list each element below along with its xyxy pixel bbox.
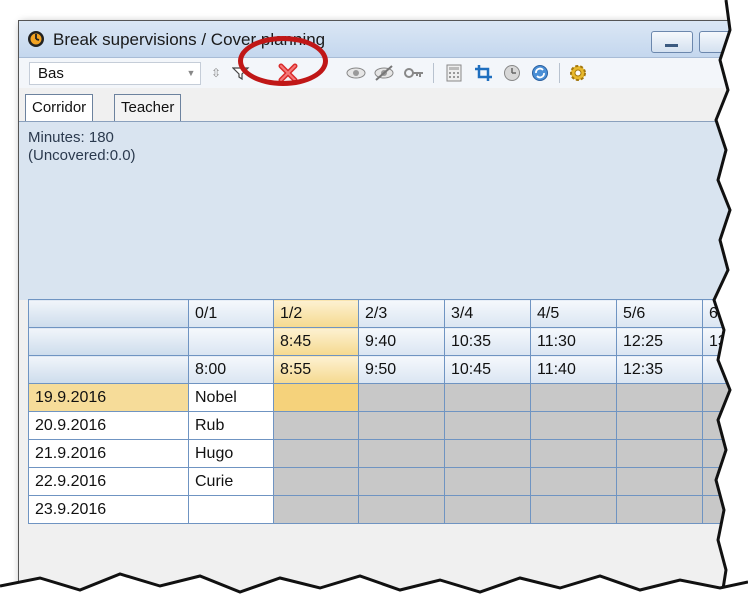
row-date[interactable]: 19.9.2016 [28,383,189,412]
lesson-combo-value: Bas [38,65,64,82]
crop-icon[interactable] [473,63,495,83]
grid-cell[interactable] [616,439,703,468]
grid-cell[interactable] [616,411,703,440]
period-header-row: 0/1 1/2 2/3 3/4 4/5 5/6 6 [28,299,743,328]
refresh-icon[interactable] [529,63,551,83]
period-header[interactable]: 4/5 [530,299,617,328]
key-icon[interactable] [403,63,425,83]
grid-cell[interactable] [444,439,531,468]
end-time-cell: 8:00 [188,355,274,384]
break-supervisions-window: Break supervisions / Cover planning Bas … [18,20,748,597]
clock-icon[interactable] [501,63,523,83]
row-corridor[interactable] [188,495,274,524]
row-date[interactable]: 20.9.2016 [28,411,189,440]
start-time-cell: 10:35 [444,327,531,356]
spinner-icon[interactable]: ⇳ [205,63,227,83]
end-time-cell: 11:40 [530,355,617,384]
period-header[interactable]: 5/6 [616,299,703,328]
row-corridor[interactable]: Rub [188,411,274,440]
grid-cell[interactable] [273,411,359,440]
corner-cell [28,327,189,356]
toolbar-separator [559,63,560,83]
grid-cell[interactable] [358,383,445,412]
grid-cell[interactable] [530,467,617,496]
lesson-combo[interactable]: Bas ▼ [29,62,201,85]
info-panel: Minutes: 180 (Uncovered:0.0) [19,122,748,300]
end-time-cell: 12:35 [616,355,703,384]
settings-icon[interactable] [567,63,589,83]
start-time-cell: 12:25 [616,327,703,356]
uncovered-label: (Uncovered:0.0) [28,147,136,164]
start-time-cell: 8:45 [273,327,359,356]
end-time-row: 8:00 8:55 9:50 10:45 11:40 12:35 [28,355,743,384]
end-time-cell: 10:45 [444,355,531,384]
row-date[interactable]: 21.9.2016 [28,439,189,468]
torn-right-edge [712,0,748,608]
row-corridor[interactable]: Nobel [188,383,274,412]
period-header[interactable]: 3/4 [444,299,531,328]
row-corridor[interactable]: Hugo [188,439,274,468]
row-corridor[interactable]: Curie [188,467,274,496]
highlight-circle [238,36,328,86]
end-time-cell: 9:50 [358,355,445,384]
eye-off-icon[interactable] [373,63,395,83]
period-header[interactable]: 0/1 [188,299,274,328]
torn-bottom-edge [0,572,748,608]
title-bar: Break supervisions / Cover planning [19,21,748,58]
period-header[interactable]: 1/2 [273,299,359,328]
start-time-cell [188,327,274,356]
grid-cell[interactable] [358,411,445,440]
grid-cell[interactable] [616,383,703,412]
clock-app-icon [28,31,44,47]
grid-cell[interactable] [530,495,617,524]
grid-cell[interactable] [530,439,617,468]
tab-strip: Corridor Teacher [19,88,748,122]
grid-cell[interactable] [358,467,445,496]
grid-cell[interactable] [358,439,445,468]
end-time-cell: 8:55 [273,355,359,384]
tab-teacher[interactable]: Teacher [114,94,182,121]
tab-corridor[interactable]: Corridor [25,94,94,121]
grid-cell[interactable] [273,495,359,524]
table-row: 19.9.2016 Nobel [28,383,743,412]
grid-cell[interactable] [530,411,617,440]
grid-cell[interactable] [616,495,703,524]
grid-cell[interactable] [444,383,531,412]
start-time-cell: 11:30 [530,327,617,356]
period-header[interactable]: 2/3 [358,299,445,328]
table-row: 22.9.2016 Curie [28,467,743,496]
calculator-icon[interactable] [443,63,465,83]
corner-cell [28,299,189,328]
grid-cell[interactable] [358,495,445,524]
grid-cell[interactable] [444,467,531,496]
minimize-button[interactable] [651,31,693,53]
row-date[interactable]: 23.9.2016 [28,495,189,524]
grid-cell[interactable] [273,439,359,468]
table-row: 20.9.2016 Rub [28,411,743,440]
minutes-label: Minutes: 180 [28,129,114,146]
supervision-grid: 0/1 1/2 2/3 3/4 4/5 5/6 6 8:45 9:40 10:3… [28,299,743,524]
start-time-row: 8:45 9:40 10:35 11:30 12:25 13 [28,327,743,356]
start-time-cell: 9:40 [358,327,445,356]
grid-cell[interactable] [273,467,359,496]
grid-cell[interactable] [616,467,703,496]
corner-cell [28,355,189,384]
toolbar-separator [433,63,434,83]
grid-cell[interactable] [444,495,531,524]
eye-icon[interactable] [345,63,367,83]
grid-cell[interactable] [444,411,531,440]
row-date[interactable]: 22.9.2016 [28,467,189,496]
grid-cell[interactable] [273,383,359,412]
grid-cell[interactable] [530,383,617,412]
table-row: 21.9.2016 Hugo [28,439,743,468]
chevron-down-icon[interactable]: ▼ [184,65,198,81]
table-row: 23.9.2016 [28,495,743,524]
toolbar: Bas ▼ ⇳ [19,58,748,89]
